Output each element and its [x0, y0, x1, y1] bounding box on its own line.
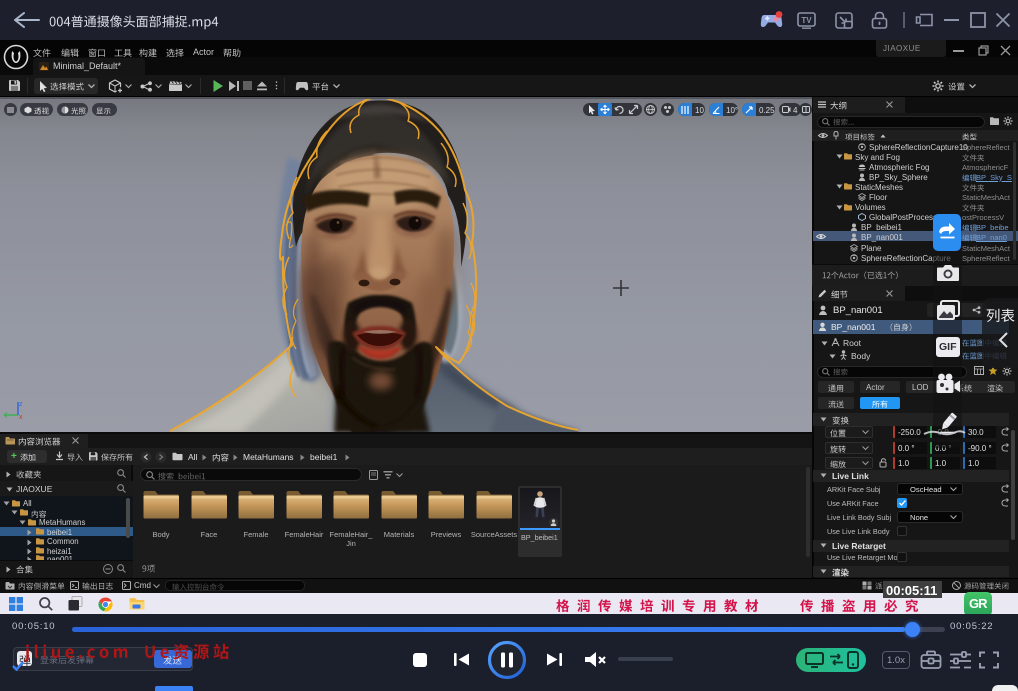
svg-text:z: z — [19, 401, 23, 408]
svg-text:TV: TV — [801, 16, 812, 25]
svg-text:x: x — [19, 414, 23, 420]
